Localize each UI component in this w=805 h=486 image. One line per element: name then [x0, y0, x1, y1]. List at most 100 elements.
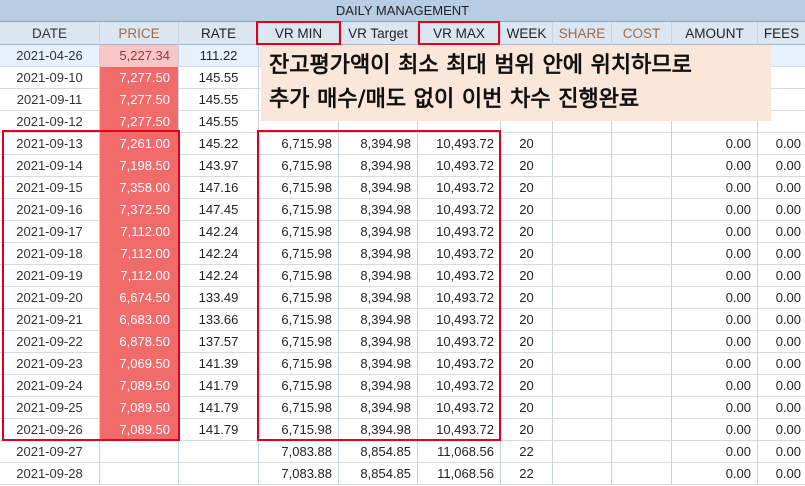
row-vr-min[interactable]: 6,715.98	[259, 155, 339, 177]
row-share[interactable]	[553, 309, 612, 331]
row-rate[interactable]: 141.39	[179, 353, 259, 375]
row-week[interactable]: 20	[501, 375, 553, 397]
row-rate[interactable]: 141.79	[179, 397, 259, 419]
row-share[interactable]	[553, 177, 612, 199]
row-amount[interactable]: 0.00	[672, 265, 758, 287]
row-week[interactable]: 20	[501, 353, 553, 375]
row-week[interactable]: 20	[501, 397, 553, 419]
row-rate[interactable]	[179, 463, 259, 485]
row-amount[interactable]: 0.00	[672, 397, 758, 419]
row-price[interactable]: 6,683.00	[100, 309, 179, 331]
row-date[interactable]: 2021-09-11	[0, 89, 100, 111]
row-amount[interactable]: 0.00	[672, 331, 758, 353]
row-amount[interactable]: 0.00	[672, 221, 758, 243]
row-price[interactable]: 7,372.50	[100, 199, 179, 221]
row-share[interactable]	[553, 419, 612, 441]
row-vr-target[interactable]: 8,394.98	[339, 331, 418, 353]
header-fees[interactable]: FEES	[758, 22, 805, 45]
row-date[interactable]: 2021-09-17	[0, 221, 100, 243]
row-vr-max[interactable]: 11,068.56	[418, 463, 501, 485]
row-vr-target[interactable]: 8,394.98	[339, 243, 418, 265]
row-vr-target[interactable]: 8,394.98	[339, 221, 418, 243]
row-fees[interactable]: 0.00	[758, 221, 805, 243]
row-fees[interactable]: 0.00	[758, 133, 805, 155]
row-amount[interactable]: 0.00	[672, 243, 758, 265]
row-fees[interactable]: 0.00	[758, 287, 805, 309]
row-price[interactable]: 7,358.00	[100, 177, 179, 199]
row-cost[interactable]	[612, 375, 672, 397]
row-amount[interactable]: 0.00	[672, 199, 758, 221]
row-vr-target[interactable]: 8,394.98	[339, 353, 418, 375]
row-vr-min[interactable]: 6,715.98	[259, 221, 339, 243]
row-price[interactable]	[100, 463, 179, 485]
row-week[interactable]: 22	[501, 463, 553, 485]
row-vr-max[interactable]: 10,493.72	[418, 199, 501, 221]
row-share[interactable]	[553, 243, 612, 265]
row-fees[interactable]: 0.00	[758, 397, 805, 419]
row-fees[interactable]: 0.00	[758, 419, 805, 441]
row-rate[interactable]: 145.55	[179, 111, 259, 133]
row-fees[interactable]: 0.00	[758, 199, 805, 221]
row-week[interactable]: 20	[501, 133, 553, 155]
row-price[interactable]: 7,277.50	[100, 67, 179, 89]
row-vr-min[interactable]: 6,715.98	[259, 133, 339, 155]
row-cost[interactable]	[612, 463, 672, 485]
row-cost[interactable]	[612, 287, 672, 309]
row-price[interactable]: 7,112.00	[100, 221, 179, 243]
row-rate[interactable]: 147.45	[179, 199, 259, 221]
row-share[interactable]	[553, 133, 612, 155]
row-vr-target[interactable]: 8,854.85	[339, 441, 418, 463]
header-cost[interactable]: COST	[612, 22, 672, 45]
row-cost[interactable]	[612, 155, 672, 177]
row-vr-max[interactable]: 10,493.72	[418, 221, 501, 243]
row-vr-min[interactable]: 6,715.98	[259, 177, 339, 199]
row-vr-min[interactable]: 6,715.98	[259, 287, 339, 309]
row-share[interactable]	[553, 331, 612, 353]
row-amount[interactable]: 0.00	[672, 177, 758, 199]
row-week[interactable]: 20	[501, 199, 553, 221]
row-date[interactable]: 2021-09-13	[0, 133, 100, 155]
row-vr-target[interactable]: 8,394.98	[339, 397, 418, 419]
row-vr-min[interactable]: 6,715.98	[259, 375, 339, 397]
row-date[interactable]: 2021-09-21	[0, 309, 100, 331]
row-fees[interactable]: 0.00	[758, 441, 805, 463]
row-vr-target[interactable]: 8,394.98	[339, 309, 418, 331]
row-rate[interactable]: 133.66	[179, 309, 259, 331]
row-price[interactable]: 6,878.50	[100, 331, 179, 353]
row-vr-max[interactable]: 10,493.72	[418, 243, 501, 265]
row-price[interactable]: 7,112.00	[100, 265, 179, 287]
row-vr-max[interactable]: 10,493.72	[418, 375, 501, 397]
header-rate[interactable]: RATE	[179, 22, 259, 45]
row-date[interactable]: 2021-09-26	[0, 419, 100, 441]
row-rate[interactable]: 111.22	[179, 45, 259, 67]
row-rate[interactable]: 143.97	[179, 155, 259, 177]
row-vr-min[interactable]: 6,715.98	[259, 265, 339, 287]
row-cost[interactable]	[612, 243, 672, 265]
row-cost[interactable]	[612, 441, 672, 463]
row-vr-target[interactable]: 8,394.98	[339, 419, 418, 441]
row-date[interactable]: 2021-09-24	[0, 375, 100, 397]
row-amount[interactable]: 0.00	[672, 287, 758, 309]
row-date[interactable]: 2021-09-14	[0, 155, 100, 177]
row-cost[interactable]	[612, 199, 672, 221]
row-vr-target[interactable]: 8,854.85	[339, 463, 418, 485]
row-date[interactable]: 2021-09-12	[0, 111, 100, 133]
row-vr-max[interactable]: 10,493.72	[418, 419, 501, 441]
row-amount[interactable]: 0.00	[672, 463, 758, 485]
row-week[interactable]: 20	[501, 177, 553, 199]
row-share[interactable]	[553, 353, 612, 375]
row-rate[interactable]: 137.57	[179, 331, 259, 353]
row-vr-min[interactable]: 6,715.98	[259, 353, 339, 375]
row-cost[interactable]	[612, 331, 672, 353]
row-amount[interactable]: 0.00	[672, 353, 758, 375]
row-week[interactable]: 20	[501, 243, 553, 265]
row-fees[interactable]: 0.00	[758, 155, 805, 177]
row-price[interactable]	[100, 441, 179, 463]
row-price[interactable]: 7,277.50	[100, 111, 179, 133]
header-week[interactable]: WEEK	[501, 22, 553, 45]
row-date[interactable]: 2021-09-15	[0, 177, 100, 199]
row-share[interactable]	[553, 265, 612, 287]
row-cost[interactable]	[612, 133, 672, 155]
header-vr-max[interactable]: VR MAX	[418, 22, 501, 45]
row-week[interactable]: 20	[501, 287, 553, 309]
